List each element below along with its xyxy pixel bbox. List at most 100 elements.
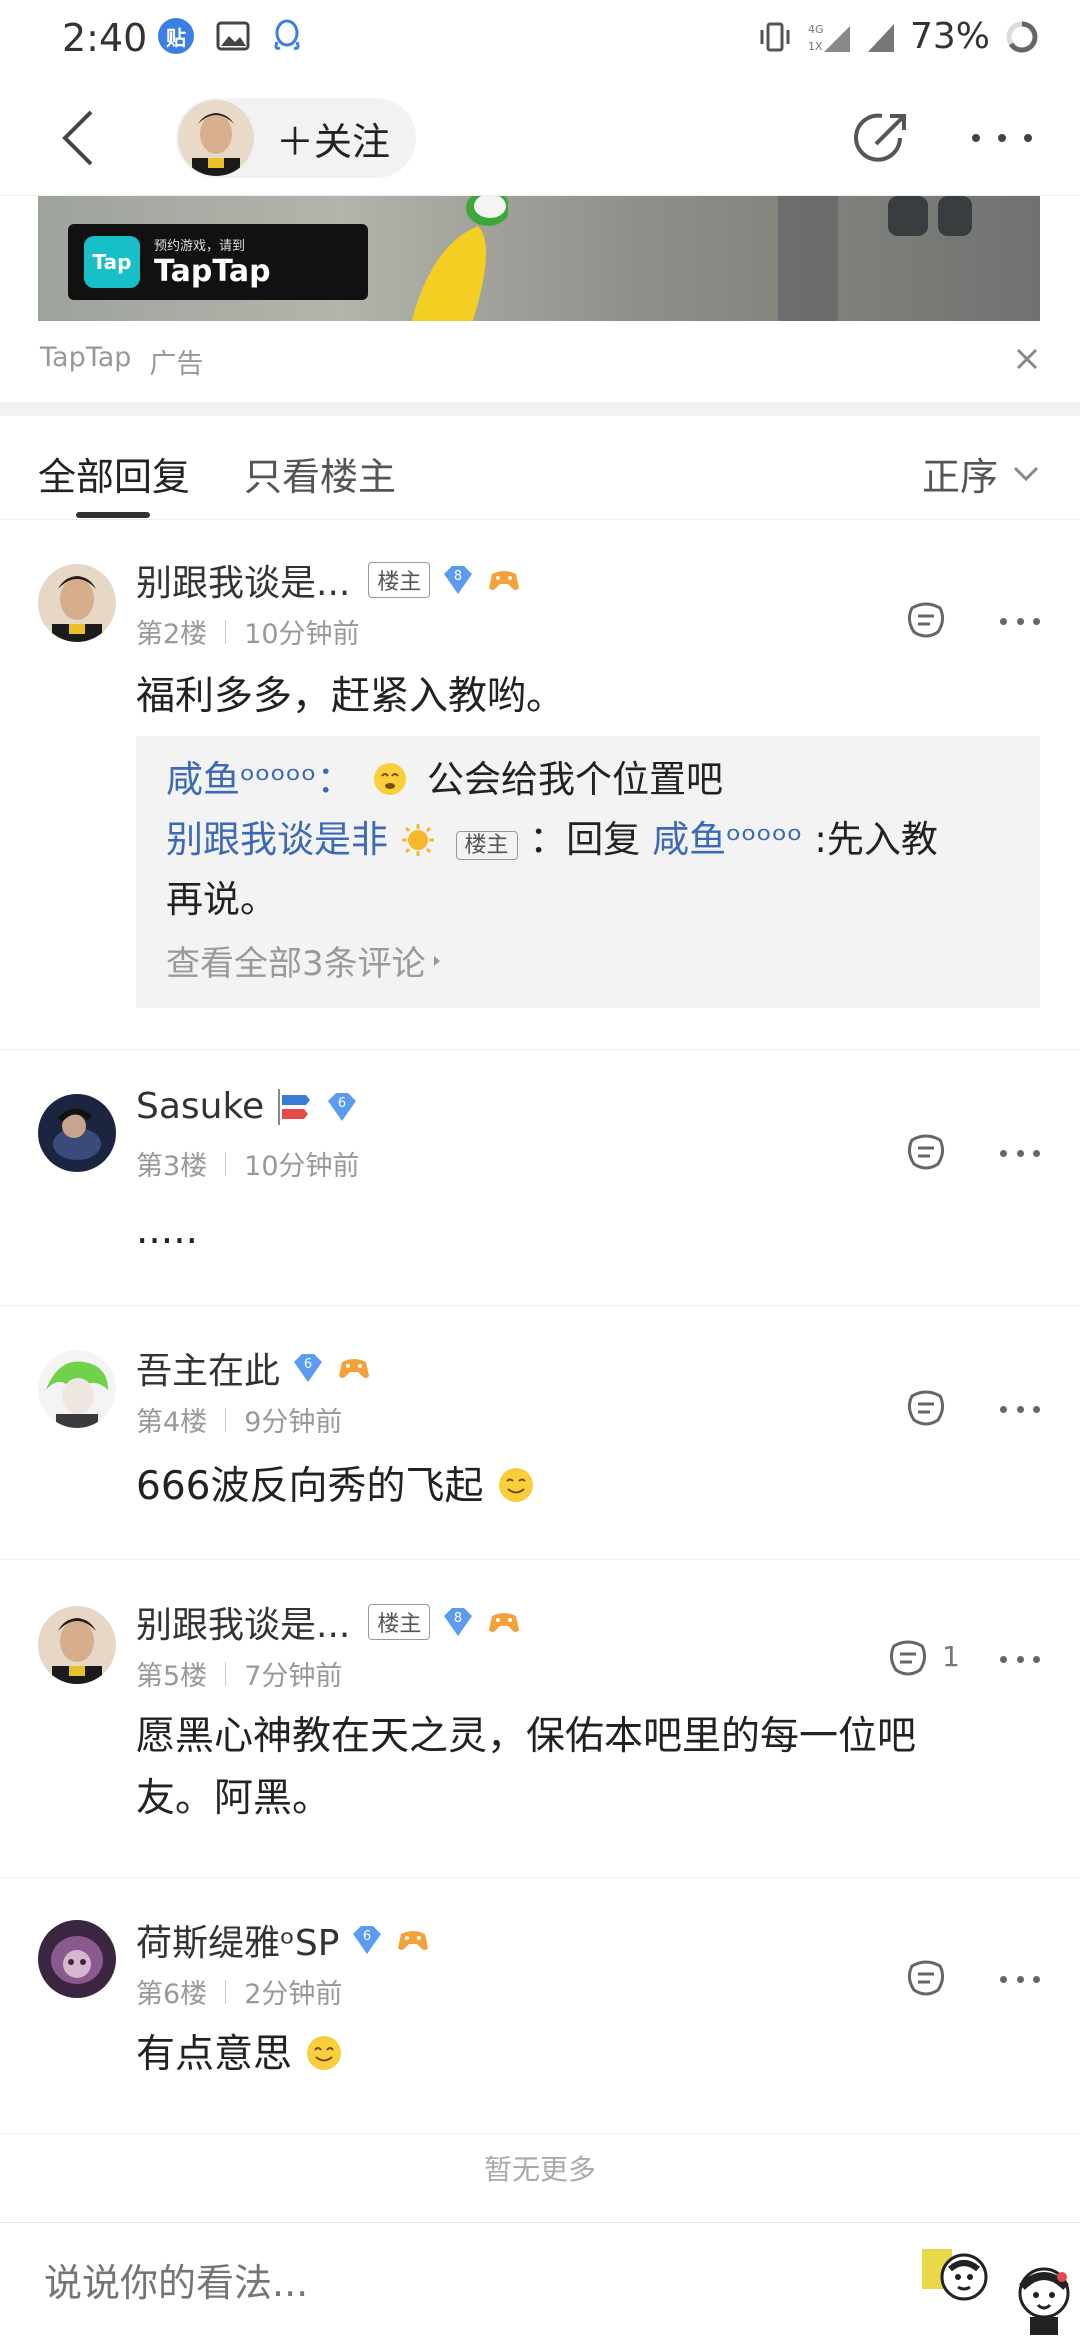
no-more-indicator: 暂无更多	[483, 2153, 596, 2186]
reply-meta: 第4楼 9分钟前	[136, 1400, 342, 1439]
active-tab-indicator	[76, 512, 150, 518]
gamepad-badge-icon	[489, 1613, 520, 1632]
level-number: 6	[304, 1357, 312, 1372]
reply-icon[interactable]	[904, 1130, 948, 1174]
reply-meta: 第3楼 10分钟前	[136, 1144, 360, 1183]
ad-source: TapTap	[40, 342, 132, 373]
sub-reply-2: 别跟我谈是非 楼主 ：回复 咸鱼ᵒᵒᵒᵒᵒ :先入教	[166, 810, 938, 876]
gamepad-badge-icon	[339, 1359, 370, 1378]
sub-reply-1: 咸鱼ᵒᵒᵒᵒᵒ： 公会给我个位置吧	[166, 750, 723, 810]
reply-icon[interactable]	[904, 1956, 948, 2000]
dot-icon	[1016, 1655, 1024, 1663]
meta-divider	[225, 1407, 227, 1432]
reply-count: 1	[942, 1640, 960, 1673]
sort-dropdown[interactable]: 正序	[922, 446, 1040, 501]
reply-author: Sasuke 6	[136, 1086, 360, 1127]
follow-button[interactable]: ＋关注	[176, 98, 416, 178]
meme-sticker-icon[interactable]	[1014, 2265, 1074, 2335]
username[interactable]: 吾主在此	[136, 1342, 280, 1394]
tab-only-op[interactable]: 只看楼主	[244, 446, 396, 501]
reply-more-button[interactable]	[1000, 1148, 1040, 1158]
op-tag: 楼主	[455, 831, 518, 860]
sub-reply-text: 公会给我个位置吧	[427, 758, 724, 801]
reply-target-user[interactable]: 咸鱼ᵒᵒᵒᵒᵒ	[652, 818, 803, 861]
fish-flag-emoji-icon	[278, 1088, 311, 1125]
gamepad-badge-icon	[398, 1931, 429, 1950]
ad-close-button[interactable]	[1012, 344, 1042, 374]
reply-more-button[interactable]	[1000, 616, 1040, 626]
meta-divider	[225, 1151, 227, 1176]
reply-icon[interactable]	[904, 598, 948, 642]
qq-icon	[274, 19, 300, 50]
level-number: 8	[454, 569, 462, 584]
level-number: 8	[454, 1611, 462, 1626]
reply-content: 666波反向秀的飞起	[136, 1456, 1016, 1518]
tab-all-replies[interactable]: 全部回复	[38, 446, 190, 501]
avatar[interactable]	[38, 1606, 116, 1684]
dot-icon	[1033, 1405, 1040, 1413]
avatar[interactable]	[38, 1094, 116, 1172]
emoji-icon	[374, 763, 407, 795]
comment-input[interactable]	[44, 2253, 864, 2313]
ad-banner[interactable]: Tap 预约游戏，请到 TapTap	[38, 196, 1040, 321]
gallery-icon	[216, 21, 250, 51]
sticker-button-icon[interactable]	[920, 2247, 992, 2307]
reply-more-button[interactable]	[1000, 1404, 1040, 1414]
view-all-comments-link[interactable]: 查看全部3条评论	[166, 936, 442, 985]
dot-icon	[1033, 617, 1040, 625]
sub-reply-2-continued: 再说。	[166, 878, 277, 921]
dot-icon	[1033, 1655, 1040, 1663]
reply-time: 10分钟前	[244, 619, 360, 650]
notification-icons: 贴	[158, 18, 302, 54]
reply-more-button[interactable]	[1000, 1974, 1040, 1984]
reply-more-button[interactable]	[1000, 1654, 1040, 1664]
dot-icon	[1000, 617, 1007, 625]
smile-emoji-icon	[498, 1468, 533, 1502]
dot-icon	[1016, 1975, 1024, 1983]
reply-item: 荷斯缇雅ᵒSP 6 第6楼 2分钟前 有点意思	[0, 1878, 1080, 2134]
sub-reply-author[interactable]: 咸鱼ᵒᵒᵒᵒᵒ：	[166, 758, 354, 801]
ad-logo-text: TapTap	[154, 254, 271, 289]
comment-bar	[0, 2222, 1080, 2340]
username[interactable]: 别跟我谈是...	[136, 1596, 350, 1648]
chevron-left-icon	[62, 110, 93, 166]
reply-text: 有点意思	[136, 2032, 293, 2077]
reply-tabs: 全部回复 只看楼主 正序	[0, 416, 1080, 520]
reply-content: 福利多多，赶紧入教哟。	[136, 674, 566, 719]
signal-icon	[867, 23, 894, 52]
reply-text-line-1: 愿黑心神教在天之灵，保佑本吧里的每一位吧	[136, 1714, 917, 1759]
reply-item: 别跟我谈是... 楼主 8 第2楼 10分钟前 福利多多，赶紧入教哟。 咸鱼ᵒᵒ…	[0, 520, 1080, 1050]
avatar[interactable]	[38, 1920, 116, 1998]
level-badge-icon: 8	[444, 566, 473, 594]
username[interactable]: Sasuke	[136, 1086, 264, 1127]
floor-number: 第2楼	[136, 619, 208, 650]
username[interactable]: 别跟我谈是...	[136, 554, 350, 606]
dot-icon	[1033, 1149, 1040, 1157]
op-tag: 楼主	[368, 562, 431, 598]
username[interactable]: 荷斯缇雅ᵒSP	[136, 1914, 339, 1966]
reply-item: 别跟我谈是... 楼主 8 第5楼 7分钟前 1 愿黑心神教在天之灵，保佑本吧里…	[0, 1560, 1080, 1878]
avatar[interactable]	[38, 564, 116, 642]
op-tag: 楼主	[368, 1604, 431, 1640]
reply-time: 7分钟前	[244, 1661, 343, 1692]
sub-replies-box[interactable]: 咸鱼ᵒᵒᵒᵒᵒ： 公会给我个位置吧 别跟我谈是非 楼主 ：回复 咸鱼ᵒᵒᵒᵒᵒ …	[136, 736, 1040, 1008]
floor-number: 第3楼	[136, 1151, 208, 1182]
ad-character-image	[411, 196, 508, 321]
reply-meta: 第2楼 10分钟前	[136, 612, 360, 651]
sub-reply-author[interactable]: 别跟我谈是非	[166, 818, 388, 861]
avatar[interactable]	[38, 1350, 116, 1428]
dot-icon	[1000, 1655, 1007, 1663]
more-options-button[interactable]	[972, 120, 1032, 156]
reply-icon[interactable]	[886, 1636, 930, 1680]
dot-icon	[998, 134, 1006, 142]
back-button[interactable]	[48, 106, 108, 170]
close-icon	[1016, 348, 1038, 370]
tieba-notification-icon: 贴	[158, 18, 194, 54]
reply-icon[interactable]	[904, 1386, 948, 1430]
battery-percent: 73%	[909, 16, 990, 57]
meta-divider	[225, 619, 227, 644]
level-number: 6	[338, 1096, 346, 1111]
share-button[interactable]	[852, 108, 912, 168]
section-divider	[0, 402, 1080, 416]
dot-icon	[1033, 1975, 1040, 1983]
